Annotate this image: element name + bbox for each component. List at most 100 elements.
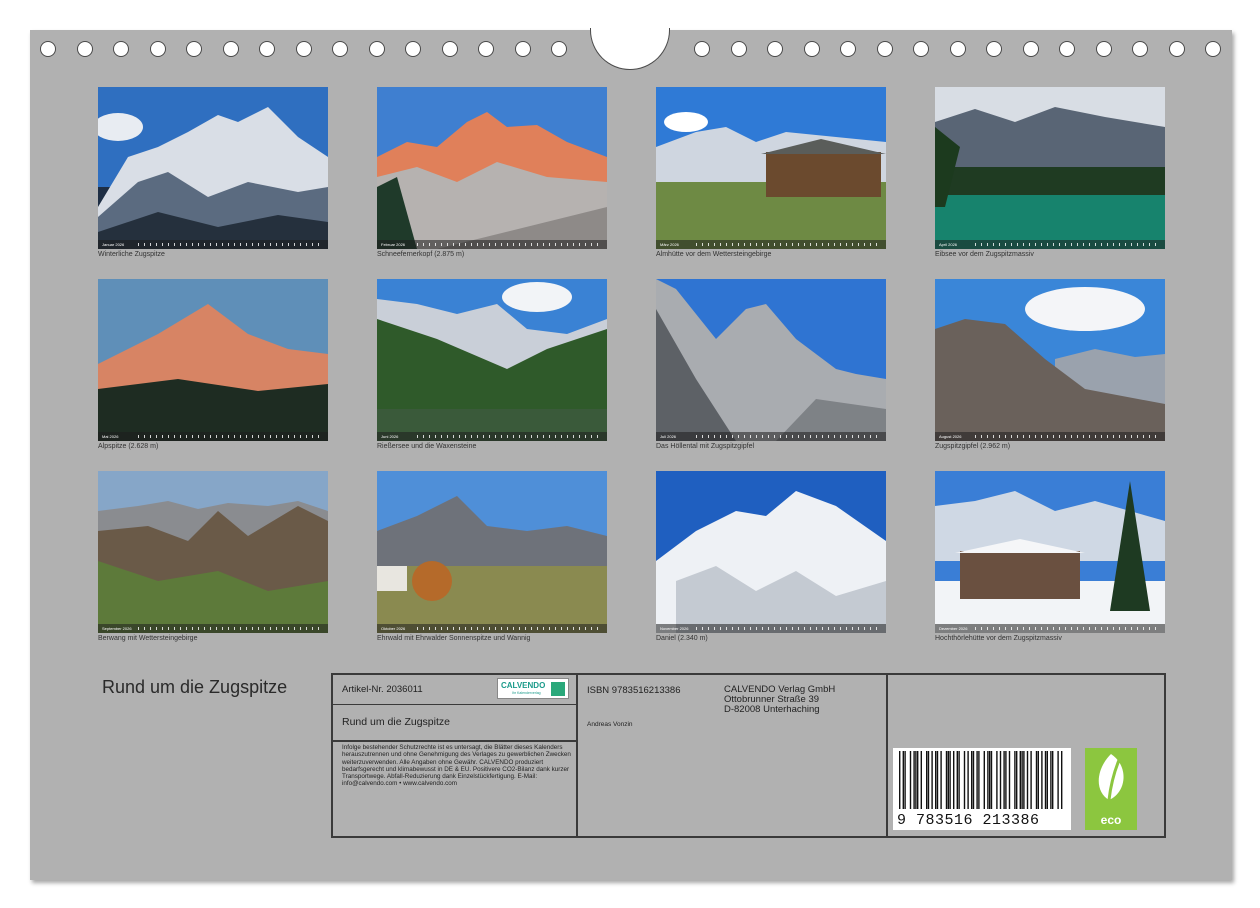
calvendo-mark-icon: [551, 682, 565, 696]
binding-hole: [767, 41, 783, 57]
month-calendar-strip: April 2026: [935, 240, 1165, 249]
binding-hole: [259, 41, 275, 57]
month-caption: Alpspitze (2.628 m): [98, 443, 159, 450]
month-calendar-strip: Januar 2026: [98, 240, 328, 249]
calendar-back-page: Januar 2026 Winterliche Zugspitze Februa…: [30, 28, 1232, 880]
title-row: Rund um die Zugspitze: [333, 704, 576, 742]
month-caption: Schneefernerkopf (2.875 m): [377, 251, 465, 258]
month-tile-february[interactable]: Februar 2026 Schneefernerkopf (2.875 m): [377, 87, 607, 258]
month-caption: Ehrwald mit Ehrwalder Sonnenspitze und W…: [377, 635, 531, 642]
month-tile-july[interactable]: Juli 2026 Das Höllental mit Zugspitzgipf…: [656, 279, 886, 450]
photo-ehrwald: [377, 471, 607, 633]
binding-hole: [803, 41, 820, 57]
binding-hole: [1022, 41, 1039, 57]
calvendo-logo-sub: Ihr Kalenderverlag: [512, 691, 541, 695]
ean-number: 9 783516 213386: [897, 812, 1040, 829]
photo-almhuette: [656, 87, 886, 249]
month-caption: Almhütte vor dem Wettersteingebirge: [656, 251, 772, 258]
month-tile-march[interactable]: März 2026 Almhütte vor dem Wettersteinge…: [656, 87, 886, 258]
calvendo-logo: CALVENDO Ihr Kalenderverlag: [497, 678, 569, 699]
month-calendar-strip: November 2026: [656, 624, 886, 633]
month-calendar-strip: Dezember 2026: [935, 624, 1165, 633]
info-column-left: Artikel-Nr. 2036011 CALVENDO Ihr Kalende…: [333, 675, 578, 836]
month-calendar-strip: Juli 2026: [656, 432, 886, 441]
binding-hole: [551, 41, 567, 57]
photo-zugspitzgipfel: [935, 279, 1165, 441]
month-tile-january[interactable]: Januar 2026 Winterliche Zugspitze: [98, 87, 328, 258]
photo-schneefernerkopf: [377, 87, 607, 249]
photo-riessersee: [377, 279, 607, 441]
photo-alpspitze: [98, 279, 328, 441]
info-column-right: 9 783516 213386 eco: [888, 675, 1164, 836]
binding-hole: [913, 41, 929, 57]
photo-eibsee: [935, 87, 1165, 249]
binding-hole: [113, 41, 129, 57]
month-calendar-strip: Februar 2026: [377, 240, 607, 249]
eco-badge: eco: [1085, 748, 1137, 830]
barcode: 9 783516 213386: [893, 748, 1071, 830]
month-photo: Januar 2026: [98, 87, 328, 249]
eco-leaf-icon: [1098, 754, 1124, 801]
month-calendar-strip: August 2026: [935, 432, 1165, 441]
binding-hole: [1205, 41, 1221, 57]
binding-hole: [1059, 41, 1075, 57]
month-photo: Mai 2026: [98, 279, 328, 441]
binding-hole: [1168, 41, 1185, 57]
legal-notice: Infolge bestehender Schutzrechte ist es …: [342, 744, 571, 788]
month-photo: April 2026: [935, 87, 1165, 249]
binding-hole: [76, 41, 93, 57]
article-row: Artikel-Nr. 2036011 CALVENDO Ihr Kalende…: [333, 675, 576, 705]
month-tile-august[interactable]: August 2026 Zugspitzgipfel (2.962 m): [935, 279, 1165, 450]
month-calendar-strip: Juni 2026: [377, 432, 607, 441]
month-caption: Zugspitzgipfel (2.962 m): [935, 443, 1011, 450]
month-photo: August 2026: [935, 279, 1165, 441]
month-photo: Februar 2026: [377, 87, 607, 249]
month-photo: Dezember 2026: [935, 471, 1165, 633]
month-caption: Rießersee und die Waxensteine: [377, 443, 477, 450]
month-photo: September 2026: [98, 471, 328, 633]
month-photo: Oktober 2026: [377, 471, 607, 633]
month-photo: November 2026: [656, 471, 886, 633]
isbn: ISBN 9783516213386: [587, 685, 681, 696]
binding-hole: [405, 41, 421, 57]
photo-winter-zugspitze: [98, 87, 328, 249]
binding-hole: [1095, 41, 1112, 57]
photo-hochthoerlehuette: [935, 471, 1165, 633]
month-caption: Hochthörlehütte vor dem Zugspitzmassiv: [935, 635, 1062, 642]
month-tile-november[interactable]: November 2026 Daniel (2.340 m): [656, 471, 886, 642]
month-tile-december[interactable]: Dezember 2026 Hochthörlehütte vor dem Zu…: [935, 471, 1165, 642]
month-calendar-strip: September 2026: [98, 624, 328, 633]
binding-hole: [332, 41, 348, 57]
binding-hole: [730, 41, 747, 57]
binding-hole: [441, 41, 458, 57]
month-photo: Juni 2026: [377, 279, 607, 441]
binding-hole: [478, 41, 494, 57]
month-caption: Eibsee vor dem Zugspitzmassiv: [935, 251, 1034, 258]
binding-hole: [40, 41, 56, 57]
month-tile-june[interactable]: Juni 2026 Rießersee und die Waxensteine: [377, 279, 607, 450]
month-calendar-strip: März 2026: [656, 240, 886, 249]
month-photo: Juli 2026: [656, 279, 886, 441]
month-tile-may[interactable]: Mai 2026 Alpspitze (2.628 m): [98, 279, 328, 450]
month-calendar-strip: Oktober 2026: [377, 624, 607, 633]
binding-hole: [222, 41, 239, 57]
month-tile-september[interactable]: September 2026 Berwang mit Wettersteinge…: [98, 471, 328, 642]
binding-hole: [840, 41, 856, 57]
month-tile-october[interactable]: Oktober 2026 Ehrwald mit Ehrwalder Sonne…: [377, 471, 607, 642]
binding-hole: [876, 41, 893, 57]
author: Andreas Vonzin: [587, 721, 633, 728]
photo-berwang: [98, 471, 328, 633]
binding-hole: [1132, 41, 1148, 57]
month-caption: Winterliche Zugspitze: [98, 251, 165, 258]
info-column-middle: ISBN 9783516213386 Andreas Vonzin CALVEN…: [578, 675, 888, 836]
binding-hole: [694, 41, 710, 57]
calendar-title: Rund um die Zugspitze: [102, 677, 288, 697]
article-number: Artikel-Nr. 2036011: [342, 684, 423, 695]
month-caption: Daniel (2.340 m): [656, 635, 708, 642]
eco-label: eco: [1100, 813, 1122, 827]
binding-hole: [949, 41, 966, 57]
month-tile-april[interactable]: April 2026 Eibsee vor dem Zugspitzmassiv: [935, 87, 1165, 258]
month-caption: Berwang mit Wettersteingebirge: [98, 635, 198, 642]
binding-hole: [295, 41, 312, 57]
info-title: Rund um die Zugspitze: [342, 716, 450, 728]
